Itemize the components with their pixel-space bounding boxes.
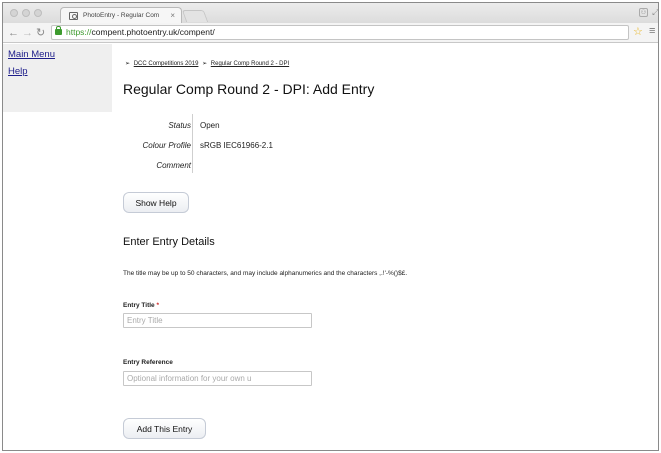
breadcrumb-item-round[interactable]: Regular Comp Round 2 - DPI bbox=[211, 61, 289, 67]
breadcrumb-item-competitions[interactable]: DCC Competitions 2019 bbox=[134, 61, 199, 67]
sidebar: Main Menu Help bbox=[3, 44, 112, 112]
required-marker: * bbox=[156, 302, 160, 309]
url-scheme: https:// bbox=[66, 27, 92, 37]
minimize-window-button[interactable] bbox=[22, 9, 30, 17]
address-bar[interactable]: https://compent.photoentry.uk/compent/ bbox=[51, 25, 629, 40]
tab-title: PhotoEntry - Regular Com bbox=[83, 12, 160, 19]
info-divider bbox=[192, 114, 193, 173]
info-value: sRGB IEC61966-2.1 bbox=[200, 141, 273, 150]
user-profile-icon[interactable]: ⚇ bbox=[639, 8, 648, 17]
breadcrumb-arrow-icon: ➢ bbox=[202, 61, 208, 67]
reload-icon[interactable]: ↻ bbox=[36, 26, 45, 40]
lock-icon bbox=[55, 26, 62, 35]
camera-icon bbox=[69, 12, 78, 20]
entry-title-label: Entry Title * bbox=[123, 302, 160, 309]
title-help-text: The title may be up to 50 characters, an… bbox=[123, 270, 408, 277]
section-title: Enter Entry Details bbox=[123, 236, 215, 248]
zoom-window-button[interactable] bbox=[34, 9, 42, 17]
tab-close-icon[interactable]: × bbox=[170, 11, 175, 20]
breadcrumb: ➢ DCC Competitions 2019 ➢ Regular Comp R… bbox=[123, 60, 289, 67]
show-help-button[interactable]: Show Help bbox=[123, 192, 189, 213]
breadcrumb-arrow-icon: ➢ bbox=[125, 61, 131, 67]
page-content: Main Menu Help ➢ DCC Competitions 2019 ➢… bbox=[3, 44, 658, 450]
forward-arrow-icon[interactable]: → bbox=[22, 26, 33, 40]
url-path: compent.photoentry.uk/compent/ bbox=[91, 27, 215, 37]
fullscreen-icon[interactable]: ⤢ bbox=[651, 8, 658, 17]
info-value: Open bbox=[200, 121, 220, 130]
title-bar: PhotoEntry - Regular Com × ⚇ ⤢ bbox=[3, 3, 658, 24]
browser-tab[interactable]: PhotoEntry - Regular Com × bbox=[60, 7, 182, 24]
sidebar-item-main-menu[interactable]: Main Menu bbox=[8, 49, 55, 60]
info-label: Colour Profile bbox=[142, 141, 191, 150]
info-label: Comment bbox=[156, 161, 191, 170]
entry-reference-label: Entry Reference bbox=[123, 359, 173, 366]
entry-title-input[interactable] bbox=[123, 313, 312, 328]
bookmark-star-icon[interactable]: ☆ bbox=[633, 25, 643, 38]
new-tab-button[interactable] bbox=[181, 10, 209, 22]
sidebar-item-help[interactable]: Help bbox=[8, 66, 28, 77]
entry-reference-input[interactable] bbox=[123, 371, 312, 386]
page-title: Regular Comp Round 2 - DPI: Add Entry bbox=[123, 81, 375, 97]
hamburger-menu-icon[interactable]: ≡ bbox=[649, 25, 655, 37]
browser-toolbar: ← → ↻ https://compent.photoentry.uk/comp… bbox=[3, 23, 658, 43]
info-label: Status bbox=[168, 121, 191, 130]
add-entry-button[interactable]: Add This Entry bbox=[123, 418, 206, 439]
back-arrow-icon[interactable]: ← bbox=[8, 26, 19, 40]
browser-window: PhotoEntry - Regular Com × ⚇ ⤢ ← → ↻ htt… bbox=[2, 2, 659, 451]
close-window-button[interactable] bbox=[10, 9, 18, 17]
